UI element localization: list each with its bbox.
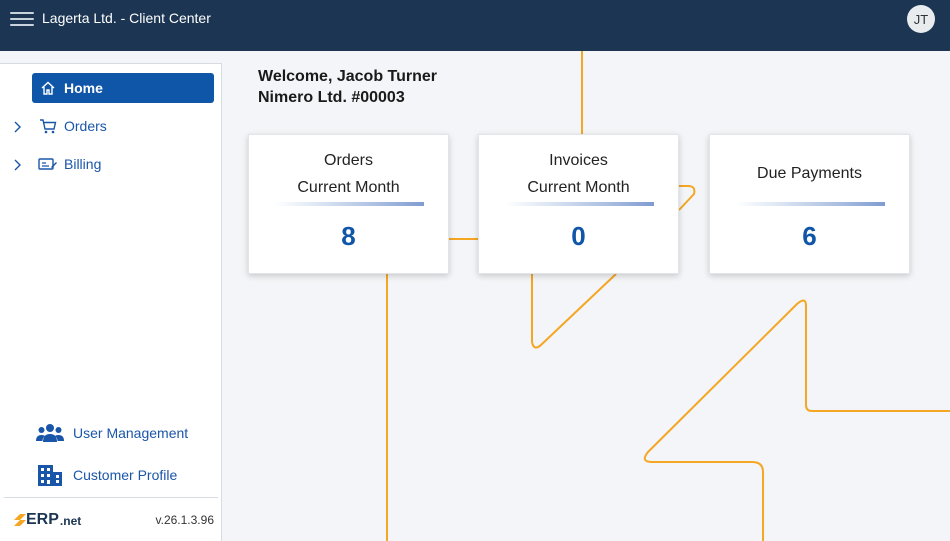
customer-profile-label: Customer Profile <box>73 467 178 483</box>
card-divider <box>736 202 885 206</box>
user-management-label: User Management <box>73 425 189 441</box>
card-value: 6 <box>802 221 817 251</box>
cart-icon <box>38 116 58 136</box>
sidebar-item-billing[interactable]: Billing <box>32 149 214 179</box>
chevron-right-icon[interactable] <box>10 158 24 172</box>
home-icon <box>38 78 58 98</box>
card-title: Due Payments <box>757 165 862 182</box>
card-title: Invoices <box>549 152 608 169</box>
erp-logo: ERP .net <box>14 511 81 529</box>
orders-card[interactable]: Orders Current Month 8 <box>248 134 449 274</box>
card-divider <box>505 202 654 206</box>
erp-logo-suffix: .net <box>59 514 82 528</box>
due-payments-card[interactable]: Due Payments 6 <box>709 134 910 274</box>
users-icon <box>36 419 64 447</box>
sidebar-footer: ERP .net v.26.1.3.96 <box>4 497 218 541</box>
sidebar-item-orders[interactable]: Orders <box>32 111 214 141</box>
sidebar-item-label: Billing <box>64 156 102 172</box>
card-title: Orders <box>324 152 373 169</box>
card-value: 8 <box>341 221 356 251</box>
user-management-link[interactable]: User Management <box>36 419 188 447</box>
invoices-card[interactable]: Invoices Current Month 0 <box>478 134 679 274</box>
erp-logo-mark-icon <box>14 513 26 526</box>
customer-profile-link[interactable]: Customer Profile <box>36 461 177 489</box>
card-divider <box>275 202 424 206</box>
card-subtitle: Current Month <box>297 179 400 196</box>
building-icon <box>36 461 64 489</box>
chevron-right-icon[interactable] <box>10 120 24 134</box>
billing-icon <box>38 154 58 174</box>
sidebar-item-label: Orders <box>64 118 107 134</box>
welcome-block: Welcome, Jacob Turner Nimero Ltd. #00003 <box>258 66 437 108</box>
sidebar-item-home[interactable]: Home <box>32 73 214 103</box>
sidebar: Home Orders Billing User Management Cust… <box>0 63 222 541</box>
card-subtitle: Current Month <box>527 179 630 196</box>
card-value: 0 <box>571 221 586 251</box>
version-label: v.26.1.3.96 <box>155 512 215 527</box>
sidebar-item-label: Home <box>64 80 103 96</box>
erp-logo-text: ERP <box>26 510 59 528</box>
welcome-company: Nimero Ltd. #00003 <box>258 89 405 106</box>
welcome-name: Welcome, Jacob Turner <box>258 68 438 85</box>
